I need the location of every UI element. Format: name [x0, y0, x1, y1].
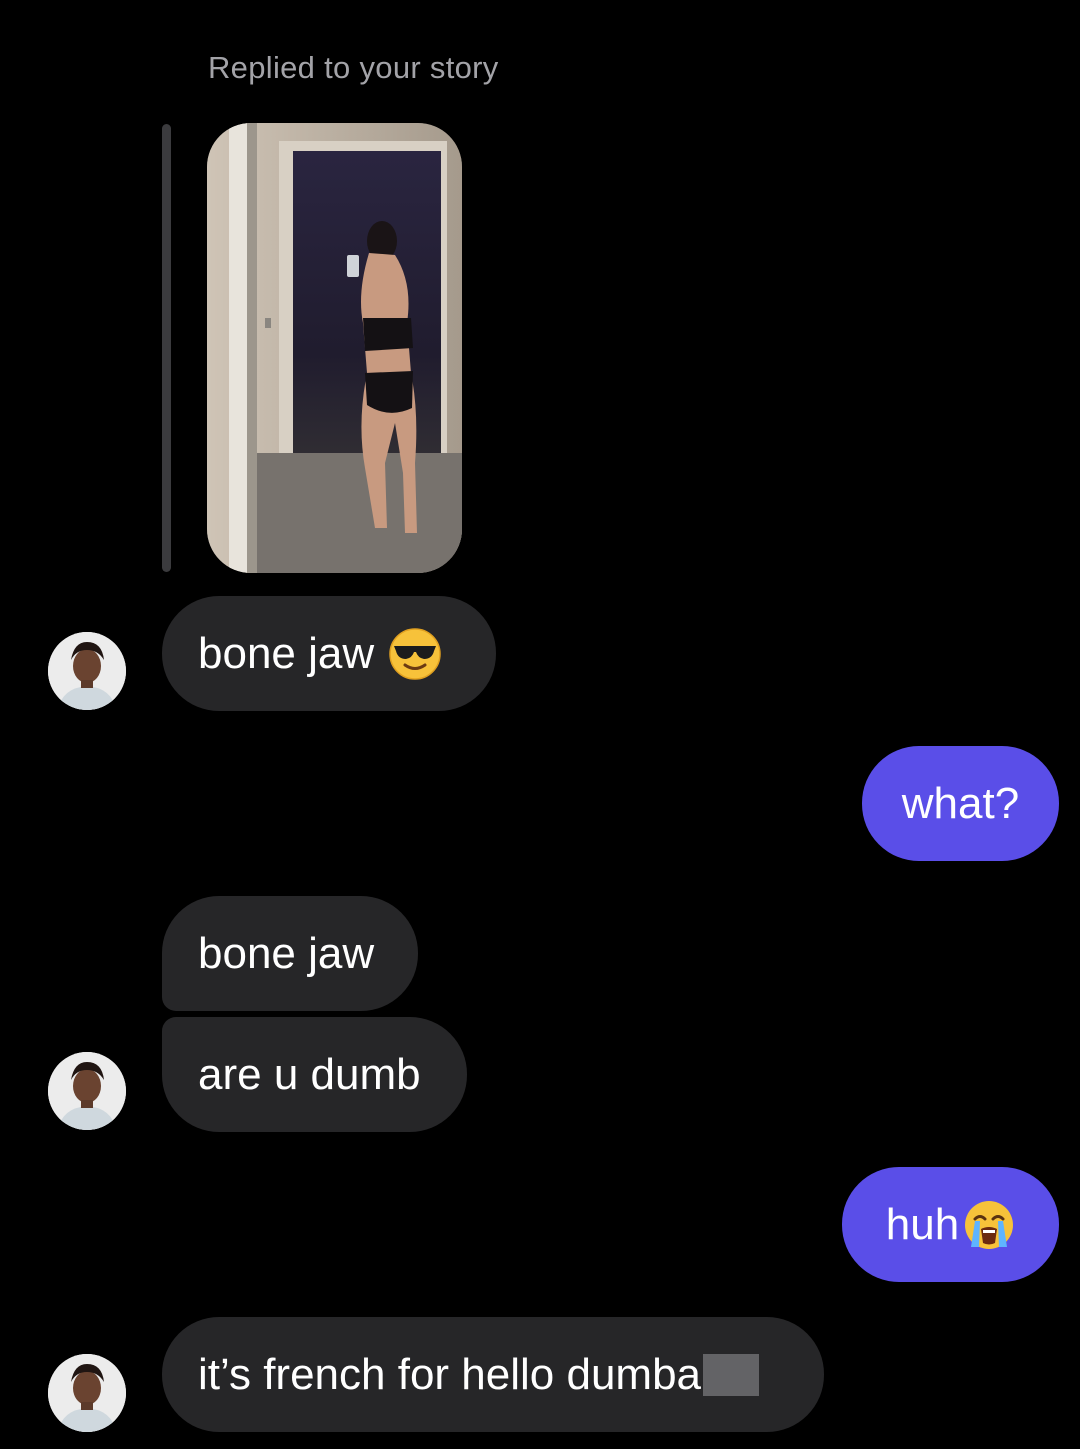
- message-text: what?: [901, 778, 1020, 828]
- reply-quote-bar: [162, 124, 171, 572]
- sender-avatar[interactable]: [48, 632, 126, 710]
- loudly-crying-face-icon: [963, 1199, 1015, 1251]
- message-bubble-incoming[interactable]: bone jaw: [162, 596, 496, 711]
- story-photo: [207, 123, 462, 573]
- avatar-photo: [48, 1354, 126, 1432]
- message-text: bone jaw: [198, 628, 375, 678]
- message-bubble-incoming[interactable]: are u dumb: [162, 1017, 467, 1132]
- message-bubble-outgoing[interactable]: what?: [862, 746, 1059, 861]
- sender-avatar[interactable]: [48, 1354, 126, 1432]
- smiling-face-with-sunglasses-icon: [388, 627, 442, 681]
- message-bubble-incoming[interactable]: bone jaw: [162, 896, 418, 1011]
- message-bubble-outgoing[interactable]: huh: [842, 1167, 1059, 1282]
- message-bubble-incoming[interactable]: it’s french for hello dumba: [162, 1317, 824, 1432]
- avatar-photo: [48, 632, 126, 710]
- message-text: bone jaw: [198, 928, 375, 978]
- replied-to-story-label: Replied to your story: [208, 50, 499, 85]
- message-text: huh: [885, 1199, 960, 1249]
- message-text: it’s french for hello dumba: [198, 1349, 702, 1399]
- avatar-photo: [48, 1052, 126, 1130]
- redaction-block: [703, 1353, 760, 1396]
- sender-avatar[interactable]: [48, 1052, 126, 1130]
- story-thumbnail[interactable]: [207, 123, 462, 573]
- message-text: are u dumb: [198, 1049, 421, 1099]
